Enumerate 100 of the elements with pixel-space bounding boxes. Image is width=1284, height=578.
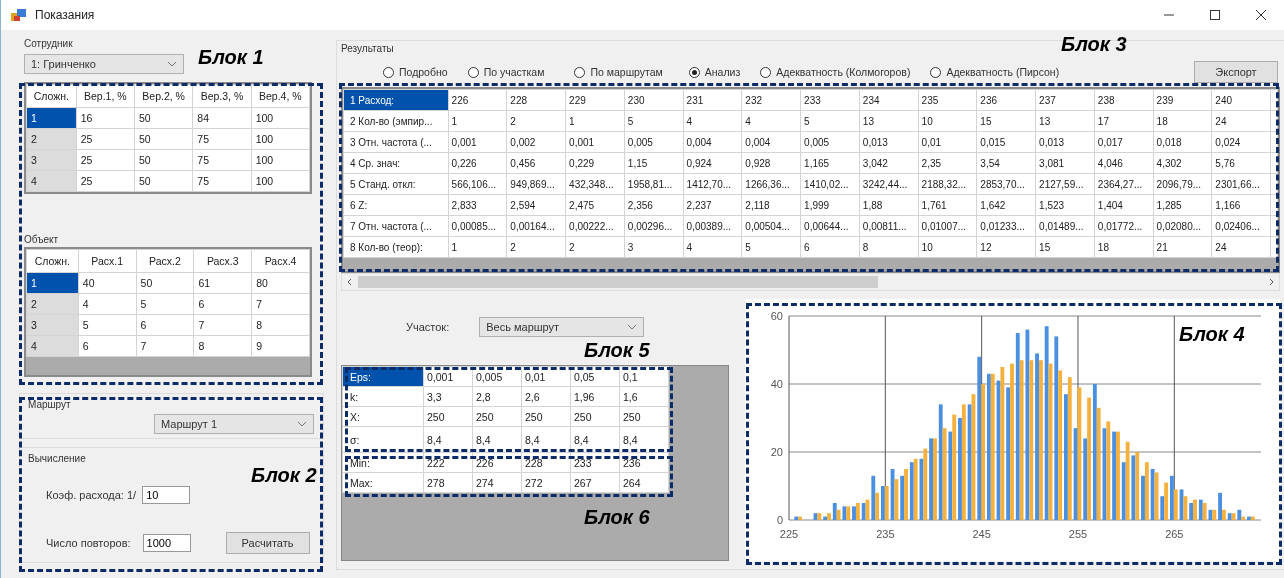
chevron-right-icon[interactable] bbox=[1267, 278, 1275, 286]
table-cell: 100 bbox=[251, 149, 310, 171]
table-cell: 75 bbox=[192, 170, 252, 192]
route-dropdown[interactable]: Маршрут 1 bbox=[154, 414, 314, 434]
table-cell: 100 bbox=[251, 128, 310, 150]
table-cell: 18 bbox=[1094, 236, 1154, 258]
chevron-down-icon bbox=[167, 61, 177, 67]
table-cell: 0,00644... bbox=[800, 215, 860, 237]
table-cell: 3 bbox=[624, 236, 684, 258]
table-cell: 1,642 bbox=[976, 194, 1036, 216]
column-header: Сложн. bbox=[26, 84, 77, 108]
table-cell: 5,76 bbox=[1211, 152, 1271, 174]
table-cell: 25 bbox=[76, 128, 135, 150]
table-cell: 2301,66... bbox=[1211, 173, 1271, 195]
table-cell: 8,4 bbox=[570, 426, 620, 453]
table-cell: 0,01 bbox=[521, 366, 571, 387]
table-cell: 3,042 bbox=[859, 152, 919, 174]
chevron-left-icon[interactable] bbox=[346, 278, 354, 286]
table-cell: 4,302 bbox=[1153, 152, 1212, 174]
coefficient-input[interactable]: 10 bbox=[142, 486, 191, 504]
section-dropdown[interactable]: Весь маршрут bbox=[479, 317, 645, 337]
table-cell: 3,3 bbox=[423, 386, 473, 407]
table-cell: 226 bbox=[448, 89, 507, 111]
row-header: 1 bbox=[26, 272, 79, 294]
table-cell: 432,348... bbox=[565, 173, 625, 195]
table-cell: 0,924 bbox=[683, 152, 742, 174]
table-cell: 1,15 bbox=[624, 152, 684, 174]
chevron-down-icon bbox=[627, 324, 638, 330]
table-cell: 10 bbox=[918, 236, 977, 258]
radio-option[interactable]: По маршрутам bbox=[574, 66, 663, 78]
column-header: Вер.2, % bbox=[134, 84, 193, 108]
row-header: 3 Отн. частота (... bbox=[343, 131, 449, 153]
table-cell: 0,018 bbox=[1153, 131, 1212, 153]
radio-option[interactable]: Адекватность (Колмогоров) bbox=[760, 66, 911, 78]
table-cell: 25 bbox=[76, 170, 135, 192]
export-button[interactable]: Экспорт bbox=[1194, 61, 1278, 83]
row-header: 5 Станд. откл: bbox=[343, 173, 449, 195]
table-cell: 0,05 bbox=[570, 366, 620, 387]
table-cell: 50 bbox=[134, 128, 193, 150]
table-cell: 61 bbox=[193, 272, 252, 294]
repeats-input[interactable]: 1000 bbox=[142, 534, 191, 552]
y-tick-label: 40 bbox=[770, 378, 783, 390]
table-cell: 0,01 bbox=[918, 131, 977, 153]
table-cell: 0,024 bbox=[1211, 131, 1271, 153]
row-header: 8 Кол-во (теор): bbox=[343, 236, 449, 258]
table-cell: 231 bbox=[683, 89, 742, 111]
row-header: 2 Кол-во (эмпир... bbox=[343, 110, 449, 132]
table-cell: 1958,81... bbox=[624, 173, 684, 195]
calculate-button[interactable]: Расчитать bbox=[225, 532, 310, 554]
table-cell: 236 bbox=[976, 89, 1036, 111]
table-cell: 16 bbox=[76, 107, 135, 129]
annotation-label: Блок 2 bbox=[251, 464, 317, 487]
radio-option[interactable]: По участкам bbox=[467, 66, 545, 78]
table-cell: 5 bbox=[624, 110, 684, 132]
row-header: 4 bbox=[26, 170, 77, 192]
radio-option[interactable]: Адекватность (Пирсон) bbox=[930, 66, 1060, 78]
table-cell: 8,4 bbox=[423, 426, 473, 453]
table-cell: 1,166 bbox=[1211, 194, 1271, 216]
table-cell: 0,01489... bbox=[1035, 215, 1095, 237]
table-cell: 1 bbox=[565, 110, 625, 132]
table-cell: 233 bbox=[570, 452, 620, 473]
radio-option[interactable]: Анализ bbox=[688, 66, 741, 78]
repeats-label: Число повторов: bbox=[46, 537, 131, 549]
employee-dropdown[interactable]: 1: Гринченко bbox=[24, 54, 184, 74]
table-cell: 2,833 bbox=[448, 194, 507, 216]
table-cell: 1,523 bbox=[1035, 194, 1095, 216]
table-cell: 0,01007... bbox=[918, 215, 977, 237]
table-cell: 13 bbox=[1035, 110, 1095, 132]
table-cell: 8,4 bbox=[472, 426, 522, 453]
column-header: Вер.1, % bbox=[76, 84, 135, 108]
table-cell: 2 bbox=[506, 236, 566, 258]
radio-option[interactable]: Подробно bbox=[383, 66, 448, 78]
table-cell: 1,96 bbox=[570, 386, 620, 407]
table-cell: 0,005 bbox=[624, 131, 684, 153]
row-header: 6 Z: bbox=[343, 194, 449, 216]
column-header: Расх.1 bbox=[78, 249, 137, 273]
table-cell: 237 bbox=[1035, 89, 1095, 111]
table-cell: 0,1 bbox=[619, 366, 669, 387]
row-header: 7 Отн. частота (... bbox=[343, 215, 449, 237]
chevron-down-icon bbox=[297, 421, 307, 427]
table-cell: 226 bbox=[472, 452, 522, 473]
row-header: Eps: bbox=[342, 366, 424, 387]
row-header: 4 Ср. знач: bbox=[343, 152, 449, 174]
table-cell: 6 bbox=[78, 335, 137, 357]
row-header: 1 bbox=[26, 107, 77, 129]
table-cell: 10 bbox=[918, 110, 977, 132]
table-cell: 233 bbox=[800, 89, 860, 111]
table-cell: 50 bbox=[134, 107, 193, 129]
annotation-label: Блок 4 bbox=[1179, 323, 1245, 346]
table-cell: 278 bbox=[423, 472, 473, 493]
table-cell: 12 bbox=[976, 236, 1036, 258]
table-cell: 240 bbox=[1211, 89, 1271, 111]
table-cell: 3242,44... bbox=[859, 173, 919, 195]
column-header: Сложн. bbox=[26, 249, 79, 273]
scrollbar-thumb[interactable] bbox=[358, 276, 878, 288]
column-header: Вер.3, % bbox=[192, 84, 252, 108]
horizontal-scrollbar[interactable] bbox=[341, 273, 1280, 291]
table-cell: 6 bbox=[193, 293, 252, 315]
table-cell: 17 bbox=[1094, 110, 1154, 132]
table-cell: 1410,02... bbox=[800, 173, 860, 195]
